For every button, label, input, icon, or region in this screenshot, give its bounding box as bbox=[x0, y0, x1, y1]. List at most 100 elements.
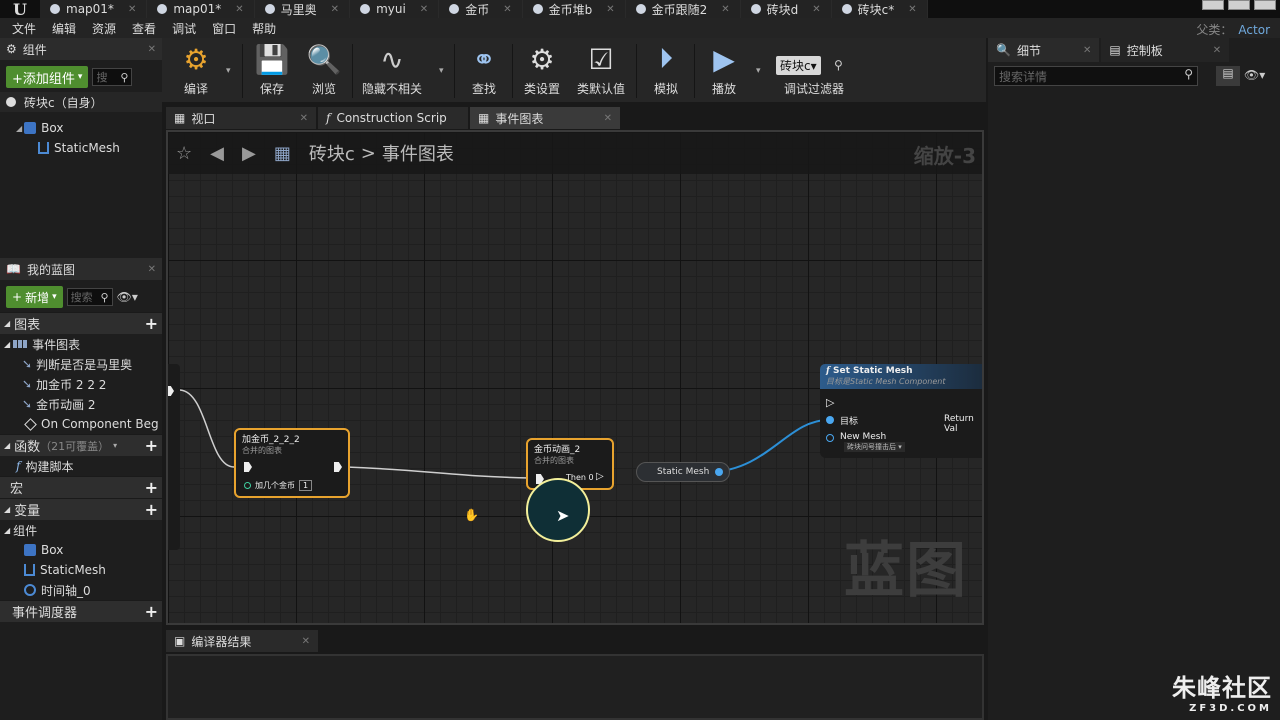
close-icon[interactable]: ✕ bbox=[300, 113, 308, 124]
menu-assets[interactable]: 资源 bbox=[86, 20, 122, 37]
components-search-input[interactable]: 搜 ⚲ bbox=[92, 68, 133, 86]
unreal-logo[interactable]: U bbox=[0, 0, 40, 19]
document-tab[interactable]: 金币 ✕ bbox=[439, 0, 523, 18]
search-icon[interactable]: ⚲ bbox=[834, 58, 843, 72]
parent-class-link[interactable]: Actor bbox=[1238, 23, 1270, 37]
variable-item-timeline[interactable]: 时间轴_0 bbox=[0, 580, 162, 600]
close-icon[interactable]: ✕ bbox=[148, 264, 156, 275]
document-tab[interactable]: 砖块d ✕ bbox=[740, 0, 832, 18]
class-defaults-button[interactable]: ☑ 类默认值 bbox=[570, 42, 632, 100]
compile-options-dropdown[interactable]: ▾ bbox=[226, 66, 231, 76]
components-tab[interactable]: ⚙ 组件 ✕ bbox=[0, 38, 162, 60]
add-function-button[interactable]: + bbox=[145, 436, 158, 455]
construction-script-item[interactable]: f 构建脚本 bbox=[0, 456, 162, 476]
exec-out-pin[interactable] bbox=[334, 462, 342, 472]
close-icon[interactable]: ✕ bbox=[606, 4, 614, 15]
collapse-arrow-icon[interactable]: ◢ bbox=[16, 124, 22, 133]
minimize-button[interactable] bbox=[1202, 0, 1224, 10]
variable-item-staticmesh[interactable]: StaticMesh bbox=[0, 560, 162, 580]
add-variable-button[interactable]: + bbox=[145, 500, 158, 519]
palette-tab[interactable]: ▤ 控制板 ✕ bbox=[1101, 38, 1230, 62]
menu-help[interactable]: 帮助 bbox=[246, 20, 282, 37]
event-graph-item[interactable]: ◢ 事件图表 bbox=[0, 334, 162, 354]
section-graphs[interactable]: ◢ 图表 + bbox=[0, 312, 162, 334]
my-blueprint-tab[interactable]: 📖 我的蓝图 ✕ bbox=[0, 258, 162, 280]
component-tree-item-box[interactable]: ◢ Box bbox=[0, 118, 162, 138]
compiler-results-tab[interactable]: ▣ 编译器结果 ✕ bbox=[166, 630, 318, 652]
event-item[interactable]: ➘ 判断是否是马里奥 bbox=[0, 354, 162, 374]
section-variables[interactable]: ◢ 变量 + bbox=[0, 498, 162, 520]
document-tab[interactable]: 马里奥 ✕ bbox=[254, 0, 351, 18]
details-search-input[interactable]: 搜索详情 ⚲ bbox=[994, 66, 1198, 86]
macro-node-add-coins[interactable]: 加金币_2_2_2 合并的图表 加几个金币 1 bbox=[234, 428, 350, 498]
close-icon[interactable]: ✕ bbox=[148, 44, 156, 55]
new-button[interactable]: + 新增 ▾ bbox=[6, 286, 63, 308]
event-item[interactable]: ➘ 加金币 2 2 2 bbox=[0, 374, 162, 394]
then-pin[interactable]: ▷ bbox=[596, 471, 604, 482]
document-tab[interactable]: 砖块c* ✕ bbox=[831, 0, 928, 18]
property-matrix-button[interactable]: ▤ bbox=[1216, 66, 1240, 86]
hide-unrelated-button[interactable]: ∿ 隐藏不相关 bbox=[354, 42, 430, 100]
class-settings-button[interactable]: ⚙ 类设置 bbox=[514, 42, 570, 100]
add-macro-button[interactable]: + bbox=[145, 478, 158, 497]
output-pin[interactable] bbox=[715, 468, 724, 476]
find-button[interactable]: ⚭ 查找 bbox=[456, 42, 512, 100]
add-dispatcher-button[interactable]: + bbox=[145, 602, 158, 621]
tab-event-graph[interactable]: ▦ 事件图表 ✕ bbox=[470, 107, 620, 129]
offscreen-node[interactable] bbox=[168, 364, 180, 550]
document-tab[interactable]: myui ✕ bbox=[350, 0, 440, 18]
param-value-input[interactable]: 1 bbox=[299, 480, 313, 491]
exec-in-pin[interactable]: ▷ bbox=[826, 396, 834, 409]
component-self-item[interactable]: 砖块c（自身） bbox=[0, 92, 162, 112]
save-button[interactable]: 💾 保存 bbox=[244, 42, 300, 100]
compile-button[interactable]: ⚙ 编译 bbox=[168, 42, 224, 100]
close-icon[interactable]: ✕ bbox=[1213, 45, 1221, 56]
close-icon[interactable]: ✕ bbox=[128, 4, 136, 15]
document-tab[interactable]: 金币堆b ✕ bbox=[522, 0, 626, 18]
close-icon[interactable]: ✕ bbox=[721, 4, 729, 15]
close-icon[interactable]: ✕ bbox=[1083, 45, 1091, 56]
browse-button[interactable]: 🔍 浏览 bbox=[296, 42, 352, 100]
details-tab[interactable]: 🔍 细节 ✕ bbox=[988, 38, 1100, 62]
menu-edit[interactable]: 编辑 bbox=[46, 20, 82, 37]
new-mesh-pin[interactable] bbox=[826, 434, 834, 442]
document-tab[interactable]: map01* ✕ bbox=[147, 0, 255, 18]
menu-debug[interactable]: 调试 bbox=[166, 20, 202, 37]
int-pin[interactable] bbox=[244, 482, 251, 489]
close-window-button[interactable] bbox=[1254, 0, 1276, 10]
component-tree-item-staticmesh[interactable]: StaticMesh bbox=[0, 138, 162, 158]
close-icon[interactable]: ✕ bbox=[235, 4, 243, 15]
variable-item-box[interactable]: Box bbox=[0, 540, 162, 560]
document-tab[interactable]: map01* ✕ bbox=[40, 0, 148, 18]
close-icon[interactable]: ✕ bbox=[302, 636, 310, 647]
document-tab[interactable]: 金币跟随2 ✕ bbox=[625, 0, 741, 18]
add-graph-button[interactable]: + bbox=[145, 314, 158, 333]
debug-object-select[interactable]: 砖块c▾ bbox=[776, 56, 821, 75]
close-icon[interactable]: ✕ bbox=[908, 4, 916, 15]
event-graph-canvas[interactable]: ☆ ◀ ▶ ▦ 砖块c > 事件图表 缩放-3 加金币_2_2_2 合并的图表 加… bbox=[166, 130, 984, 625]
tab-construction-script[interactable]: f Construction Scrip bbox=[318, 107, 468, 129]
section-macros[interactable]: 宏 + bbox=[0, 476, 162, 498]
simulate-button[interactable]: ⏵ 模拟 bbox=[638, 42, 694, 100]
play-button[interactable]: ▶ 播放 bbox=[696, 42, 752, 100]
static-mesh-getter-node[interactable]: Static Mesh bbox=[636, 462, 731, 482]
mesh-asset-select[interactable]: 砖块问号撞击后 ▾ bbox=[844, 442, 905, 452]
components-group[interactable]: ◢ 组件 bbox=[0, 520, 162, 540]
menu-view[interactable]: 查看 bbox=[126, 20, 162, 37]
section-functions[interactable]: ◢ 函数 （21可覆盖） ▾ + bbox=[0, 434, 162, 456]
set-static-mesh-node[interactable]: f Set Static Mesh 目标是Static Mesh Componen… bbox=[820, 364, 982, 458]
play-options-dropdown[interactable]: ▾ bbox=[756, 66, 761, 76]
close-icon[interactable]: ✕ bbox=[331, 4, 339, 15]
target-pin[interactable] bbox=[826, 416, 834, 424]
menu-file[interactable]: 文件 bbox=[6, 20, 42, 37]
event-item[interactable]: ➘ 金币动画 2 bbox=[0, 394, 162, 414]
close-icon[interactable]: ✕ bbox=[503, 4, 511, 15]
close-icon[interactable]: ✕ bbox=[604, 113, 612, 124]
menu-window[interactable]: 窗口 bbox=[206, 20, 242, 37]
exec-pin[interactable] bbox=[168, 386, 174, 396]
close-icon[interactable]: ✕ bbox=[812, 4, 820, 15]
blueprint-search-input[interactable]: 搜索 ⚲ bbox=[66, 288, 113, 306]
eye-icon[interactable]: 👁▾ bbox=[1244, 68, 1265, 82]
section-event-dispatchers[interactable]: 事件调度器 + bbox=[0, 600, 162, 622]
exec-in-pin[interactable] bbox=[244, 462, 252, 472]
